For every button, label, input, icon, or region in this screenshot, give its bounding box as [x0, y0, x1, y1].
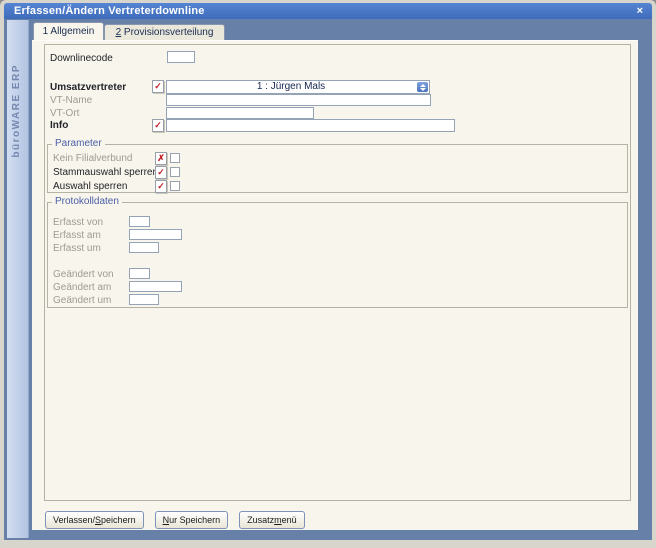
btn-text: peichern: [101, 515, 136, 525]
vt-name-input[interactable]: [166, 94, 431, 106]
erfasst-um-input[interactable]: [129, 242, 159, 253]
tab-allgemein-label: 1 Allgemein: [43, 26, 95, 37]
stammauswahl-sperren-checkbox[interactable]: [170, 167, 180, 177]
nur-speichern-button[interactable]: Nur Speichern: [155, 511, 229, 529]
downlinecode-label: Downlinecode: [50, 53, 113, 64]
vt-name-label: VT-Name: [50, 95, 92, 106]
geaendert-um-label: Geändert um: [53, 295, 111, 306]
tab-allgemein[interactable]: 1 Allgemein: [33, 22, 104, 40]
tab-provisionsverteilung-label: Provisionsverteilung: [121, 27, 213, 38]
kein-filialverbund-label: Kein Filialverbund: [53, 153, 133, 164]
umsatzvertreter-combobox[interactable]: 1 : Jürgen Mals: [166, 80, 430, 94]
erfasst-am-label: Erfasst am: [53, 230, 101, 241]
verlassen-speichern-button[interactable]: Verlassen/Speichern: [45, 511, 144, 529]
erfasst-am-input[interactable]: [129, 229, 182, 240]
btn-text: Verlassen/: [53, 515, 95, 525]
erfasst-von-input[interactable]: [129, 216, 150, 227]
edit-cross-icon[interactable]: ✗: [155, 152, 167, 165]
edit-check-icon[interactable]: ✓: [152, 119, 164, 132]
info-input[interactable]: [166, 119, 455, 132]
kein-filialverbund-checkbox[interactable]: [170, 153, 180, 163]
geaendert-am-input[interactable]: [129, 281, 182, 292]
brand-vertical-text: büroWARE ERP: [11, 64, 22, 158]
parameter-groupbox: Parameter Kein Filialverbund ✗ Stammausw…: [47, 144, 628, 193]
info-label: Info: [50, 120, 68, 131]
close-icon[interactable]: ×: [637, 3, 643, 19]
umsatzvertreter-label: Umsatzvertreter: [50, 82, 126, 93]
zusatzmenu-button[interactable]: Zusatzmenü: [239, 511, 305, 529]
protokolldaten-legend: Protokolldaten: [52, 196, 122, 207]
spinner-icon[interactable]: [417, 82, 428, 92]
erfasst-um-label: Erfasst um: [53, 243, 101, 254]
arrow-down-icon: [420, 88, 426, 91]
title-bar: Erfassen/Ändern Vertreterdownline ×: [4, 3, 652, 19]
auswahl-sperren-label: Auswahl sperren: [53, 181, 127, 192]
geaendert-um-input[interactable]: [129, 294, 159, 305]
btn-mnemonic: m: [274, 515, 282, 525]
window-title: Erfassen/Ändern Vertreterdownline: [4, 5, 205, 17]
umsatzvertreter-value: 1 : Jürgen Mals: [167, 81, 415, 93]
parameter-legend: Parameter: [52, 138, 105, 149]
edit-check-icon[interactable]: ✓: [155, 166, 167, 179]
brand-sidebar: büroWARE ERP: [7, 20, 29, 538]
vt-ort-label: VT-Ort: [50, 108, 79, 119]
btn-text: Zusatz: [247, 515, 274, 525]
geaendert-am-label: Geändert am: [53, 282, 111, 293]
erfasst-von-label: Erfasst von: [53, 217, 103, 228]
stammauswahl-sperren-label: Stammauswahl sperren: [53, 167, 158, 178]
geaendert-von-label: Geändert von: [53, 269, 114, 280]
btn-text: enü: [282, 515, 297, 525]
btn-text: ur Speichern: [169, 515, 220, 525]
edit-check-icon[interactable]: ✓: [152, 80, 164, 93]
button-row: Verlassen/Speichern Nur Speichern Zusatz…: [45, 511, 305, 529]
downlinecode-input[interactable]: [167, 51, 195, 63]
app-window: Erfassen/Ändern Vertreterdownline × büro…: [0, 0, 656, 548]
vt-ort-input[interactable]: [166, 107, 314, 119]
geaendert-von-input[interactable]: [129, 268, 150, 279]
tab-provisionsverteilung[interactable]: 2 Provisionsverteilung: [104, 24, 225, 40]
auswahl-sperren-checkbox[interactable]: [170, 181, 180, 191]
arrow-up-icon: [420, 84, 426, 87]
edit-check-icon[interactable]: ✓: [155, 180, 167, 193]
protokolldaten-groupbox: Protokolldaten Erfasst von Erfasst am Er…: [47, 202, 628, 308]
